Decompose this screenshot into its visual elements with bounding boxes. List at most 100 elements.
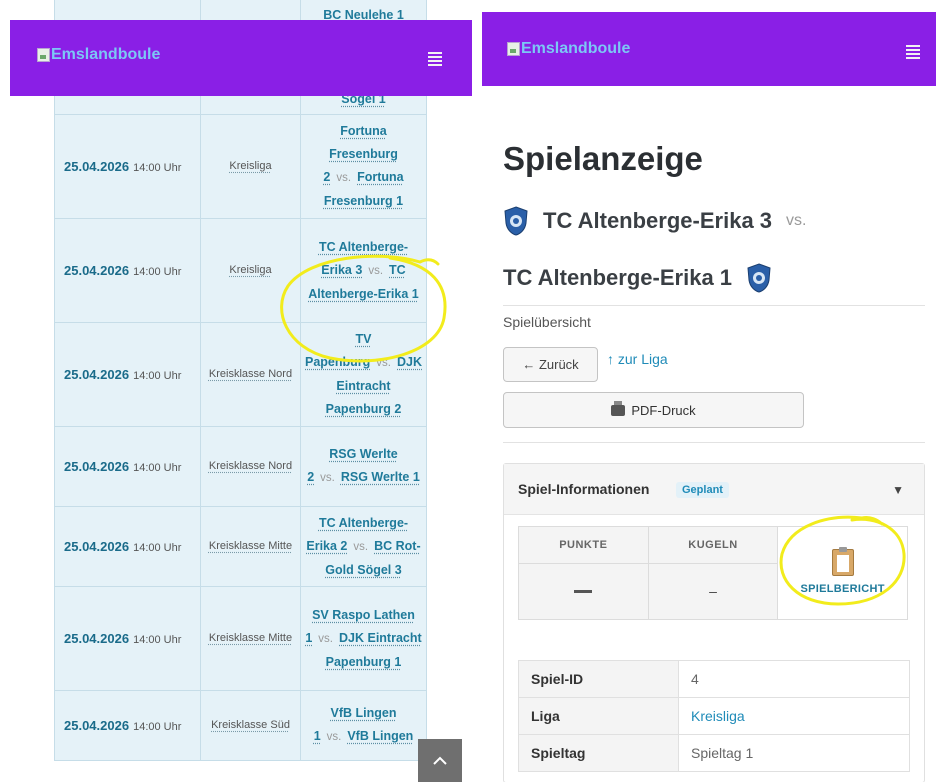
match-date: 25.04.2026 (64, 630, 130, 646)
status-badge: Geplant (676, 482, 729, 498)
match-info-card: Spiel-Informationen Geplant ▼ PUNKTE KUG… (503, 463, 925, 782)
match-table: BC Neulehe 125.04.202614:00 UhrKreisliga… (54, 0, 427, 761)
match-info-header[interactable]: Spiel-Informationen Geplant ▼ (504, 464, 924, 515)
pdf-print-button[interactable]: PDF-Druck (503, 392, 804, 428)
away-team-link[interactable]: RSG Werlte 1 (341, 470, 420, 484)
vs-label: vs. (368, 264, 384, 277)
match-time: 14:00 Uhr (133, 369, 182, 382)
match-teams-cell: SV Raspo Lathen 1 vs. DJK Eintracht Papenb… (300, 586, 427, 691)
match-date: 25.04.2026 (64, 158, 130, 174)
vs-label: vs. (326, 731, 342, 743)
league-link[interactable]: Kreisliga (229, 160, 271, 172)
league-link[interactable]: Kreisklasse Mitte (209, 632, 292, 644)
match-date-cell: 25.04.202614:00 Uhr (54, 426, 201, 507)
detail-key: Spieltag (518, 734, 679, 772)
match-time: 14:00 Uhr (133, 461, 182, 474)
match-date: 25.04.2026 (64, 717, 130, 733)
match-league-cell: Kreisklasse Süd (200, 690, 301, 761)
league-link[interactable]: Kreisklasse Nord (209, 368, 292, 380)
overview-label: Spielübersicht (503, 314, 591, 330)
points-header: PUNKTE (518, 526, 649, 564)
hamburger-menu-icon[interactable] (906, 45, 920, 59)
home-team-name[interactable]: TC Altenberge-Erika 3 (543, 208, 772, 234)
match-time: 14:00 Uhr (133, 161, 182, 174)
divider (503, 305, 925, 306)
vs-label: vs. (318, 632, 333, 645)
away-team-link[interactable]: DJK Eintracht Papenburg 1 (326, 631, 422, 669)
detail-value[interactable]: Kreisliga (678, 697, 910, 735)
match-teams-cell: RSG Werlte 2 vs. RSG Werlte 1 (300, 426, 427, 507)
detail-row: Spiel-ID 4 (518, 660, 910, 698)
team-shield-icon (504, 206, 528, 236)
hamburger-menu-icon[interactable] (428, 52, 442, 66)
brand-logo-link[interactable]: Emslandboule (37, 46, 160, 64)
league-link[interactable]: Kreisklasse Nord (209, 460, 292, 472)
broken-image-icon (37, 48, 50, 62)
league-link[interactable]: Kreisklasse Mitte (209, 540, 292, 552)
vs-label: vs. (336, 172, 352, 184)
detail-value: Spieltag 1 (678, 734, 910, 772)
match-date-cell: 25.04.202614:00 Uhr (54, 218, 201, 323)
divider (503, 442, 925, 443)
vs-label: vs. (376, 357, 391, 369)
top-navbar: Emslandboule (482, 12, 936, 86)
match-date-cell: 25.04.202614:00 Uhr (54, 586, 201, 691)
match-time: 14:00 Uhr (133, 633, 182, 646)
to-league-link[interactable]: ↑ zur Liga (607, 351, 668, 367)
match-report-label: SPIELBERICHT (800, 583, 885, 595)
match-date: 25.04.2026 (64, 262, 130, 278)
away-team-line: TC Altenberge-Erika 1 (503, 263, 772, 293)
match-league-cell: Kreisklasse Nord (200, 322, 301, 427)
away-team-name[interactable]: TC Altenberge-Erika 1 (503, 265, 732, 291)
clipboard-icon (831, 547, 854, 576)
left-screenshot: BC Neulehe 125.04.202614:00 UhrKreisliga… (0, 0, 472, 782)
scroll-to-top-button[interactable] (418, 739, 462, 782)
right-screenshot: Emslandboule Spielanzeige TC Altenberge-… (482, 0, 936, 782)
detail-key: Spiel-ID (518, 660, 679, 698)
match-teams-cell: TC Altenberge-Erika 2 vs. BC Rot-Gold Söge… (300, 506, 427, 587)
detail-row: Liga Kreisliga (518, 697, 910, 735)
brand-name: Emslandboule (51, 46, 161, 63)
match-teams-cell: TC Altenberge-Erika 3 vs. TC Altenberge-Er… (300, 218, 427, 323)
match-time: 14:00 Uhr (133, 265, 182, 278)
kugeln-header: KUGELN (647, 526, 779, 564)
match-row: 25.04.2026 14:00 Uhr Kreisklasse Mitte TC A… (54, 506, 427, 587)
score-table: PUNKTE KUGELN SPIELBERICHT – (518, 526, 908, 620)
match-time: 14:00 Uhr (133, 541, 182, 554)
match-row: 25.04.2026 14:00 Uhr Kreisklasse Nord TV Pa… (54, 322, 427, 427)
match-date-cell: 25.04.202614:00 Uhr (54, 506, 201, 587)
match-row: 25.04.2026 14:00 Uhr Kreisklasse Süd VfB Li… (54, 690, 427, 761)
match-teams-cell: TV Papenburg vs. DJK Eintracht Papenburg 2 (300, 322, 427, 427)
empty-points-dash (574, 589, 593, 593)
top-navbar: Emslandboule (10, 20, 472, 96)
match-row: 25.04.2026 14:00 Uhr Kreisliga TC Altenberg… (54, 218, 427, 323)
away-team-link[interactable]: VfB Lingen (347, 729, 413, 743)
match-time: 14:00 Uhr (133, 720, 182, 733)
match-row: 25.04.2026 14:00 Uhr Kreisklasse Mitte SV R… (54, 586, 427, 691)
match-league-cell: Kreisklasse Mitte (200, 506, 301, 587)
pdf-print-label: PDF-Druck (631, 402, 696, 418)
kugeln-value: – (647, 563, 779, 620)
brand-name: Emslandboule (521, 40, 631, 57)
league-link[interactable]: Kreisklasse Süd (211, 719, 290, 731)
match-date: 25.04.2026 (64, 366, 130, 382)
vs-label: vs. (786, 212, 807, 229)
match-league-cell: Kreisklasse Mitte (200, 586, 301, 691)
detail-key: Liga (518, 697, 679, 735)
match-details-table: Spiel-ID 4 Liga Kreisliga Spieltag Spieltag 1 (518, 660, 910, 772)
brand-logo-link[interactable]: Emslandboule (507, 40, 630, 58)
match-info-title: Spiel-Informationen (518, 481, 650, 497)
chevron-up-icon (433, 756, 447, 765)
match-row: 25.04.2026 14:00 Uhr Kreisliga Fortuna Fres… (54, 114, 427, 219)
detail-value: 4 (678, 660, 910, 698)
match-teams-cell: Fortuna Fresenburg 2 vs. Fortuna Fresenbur… (300, 114, 427, 219)
home-team-link[interactable]: TV Papenburg (305, 332, 371, 369)
match-league-cell: Kreisklasse Nord (200, 426, 301, 507)
collapse-toggle-icon[interactable]: ▼ (892, 483, 904, 497)
league-link[interactable]: Kreisliga (229, 264, 271, 276)
page-title: Spielanzeige (503, 140, 703, 177)
match-report-link[interactable]: SPIELBERICHT (777, 526, 908, 620)
match-date: 25.04.2026 (64, 538, 130, 554)
back-button[interactable]: ← Zurück (503, 347, 598, 382)
printer-icon (611, 400, 626, 416)
